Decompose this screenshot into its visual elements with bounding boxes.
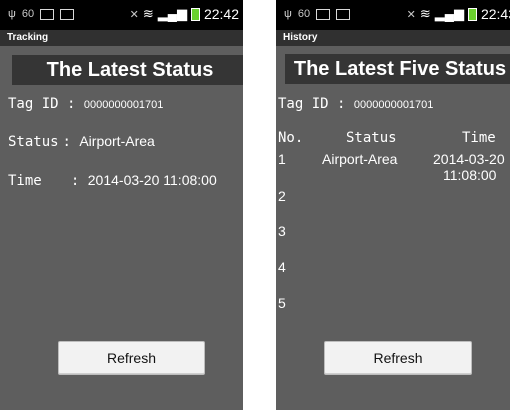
status-bar-left-icons: ψ 60 [284, 8, 351, 20]
status-separator: : [62, 134, 80, 150]
cell-signal-icon: ▂▄▆ [434, 6, 464, 21]
tag-id-value: 0000000001701 [353, 99, 434, 111]
column-header-no: No. [278, 130, 304, 146]
row-3-no: 3 [278, 223, 286, 239]
app-title-bar: Tracking [0, 30, 243, 46]
clock: 22:43 [480, 6, 510, 22]
status-label: Status [8, 134, 59, 150]
time-separator: : [45, 173, 88, 189]
status-bar: ψ 60 ✕ ≋ ▂▄▆ 22:43 [276, 0, 510, 30]
usb-icon: ψ [8, 8, 16, 20]
signal-strength-text: 60 [21, 8, 35, 20]
tag-id-value: 0000000001701 [83, 99, 164, 111]
row-1-time-clock: 11:08:00 [443, 167, 497, 183]
usb-icon: ψ [284, 8, 292, 20]
time-value: 2014-03-20 11:08:00 [87, 172, 217, 188]
status-bar-left-icons: ψ 60 [8, 8, 75, 20]
mute-icon: ✕ [129, 8, 139, 21]
column-header-status: Status [346, 130, 397, 146]
image-icon [316, 8, 331, 20]
row-2-no: 2 [278, 188, 286, 204]
battery-icon [190, 7, 200, 21]
clipboard-icon [60, 8, 75, 20]
row-4-no: 4 [278, 259, 286, 275]
wifi-icon: ≋ [419, 6, 431, 21]
time-label: Time [8, 173, 42, 189]
tag-id-separator: : [337, 96, 354, 112]
tag-id-row: Tag ID : 0000000001701 [8, 96, 163, 112]
row-5-no: 5 [278, 295, 286, 311]
clipboard-icon [336, 8, 351, 20]
tag-id-row: Tag ID : 0000000001701 [278, 96, 433, 112]
time-row: Time : 2014-03-20 11:08:00 [8, 172, 217, 189]
row-1-no: 1 [278, 151, 286, 167]
history-screen: ψ 60 ✕ ≋ ▂▄▆ 22:43 History The Latest Fi… [276, 0, 510, 410]
refresh-button[interactable]: Refresh [324, 341, 472, 375]
tag-id-separator: : [67, 96, 84, 112]
clock: 22:42 [203, 6, 239, 22]
row-1-status: Airport-Area [322, 151, 398, 167]
app-title-bar: History [276, 30, 510, 46]
tracking-screen: ψ 60 ✕ ≋ ▂▄▆ 22:42 Tracking The Latest S… [0, 0, 243, 410]
status-bar: ψ 60 ✕ ≋ ▂▄▆ 22:42 [0, 0, 243, 30]
battery-icon [467, 7, 477, 21]
column-header-time: Time [462, 130, 496, 146]
signal-strength-text: 60 [297, 8, 311, 20]
row-1-time-date: 2014-03-20 [433, 151, 505, 167]
mute-icon: ✕ [406, 8, 416, 21]
wifi-icon: ≋ [142, 6, 154, 21]
tag-id-label: Tag ID [8, 96, 59, 112]
refresh-button[interactable]: Refresh [58, 341, 205, 375]
image-icon [40, 8, 55, 20]
page-title: The Latest Status [12, 55, 243, 85]
tag-id-label: Tag ID [278, 96, 329, 112]
status-bar-right-icons: ✕ ≋ ▂▄▆ 22:43 [407, 6, 510, 22]
status-bar-right-icons: ✕ ≋ ▂▄▆ 22:42 [130, 6, 239, 22]
status-value: Airport-Area [79, 133, 155, 149]
status-row: Status : Airport-Area [8, 133, 155, 150]
page-title: The Latest Five Status [285, 54, 510, 84]
cell-signal-icon: ▂▄▆ [157, 6, 187, 21]
